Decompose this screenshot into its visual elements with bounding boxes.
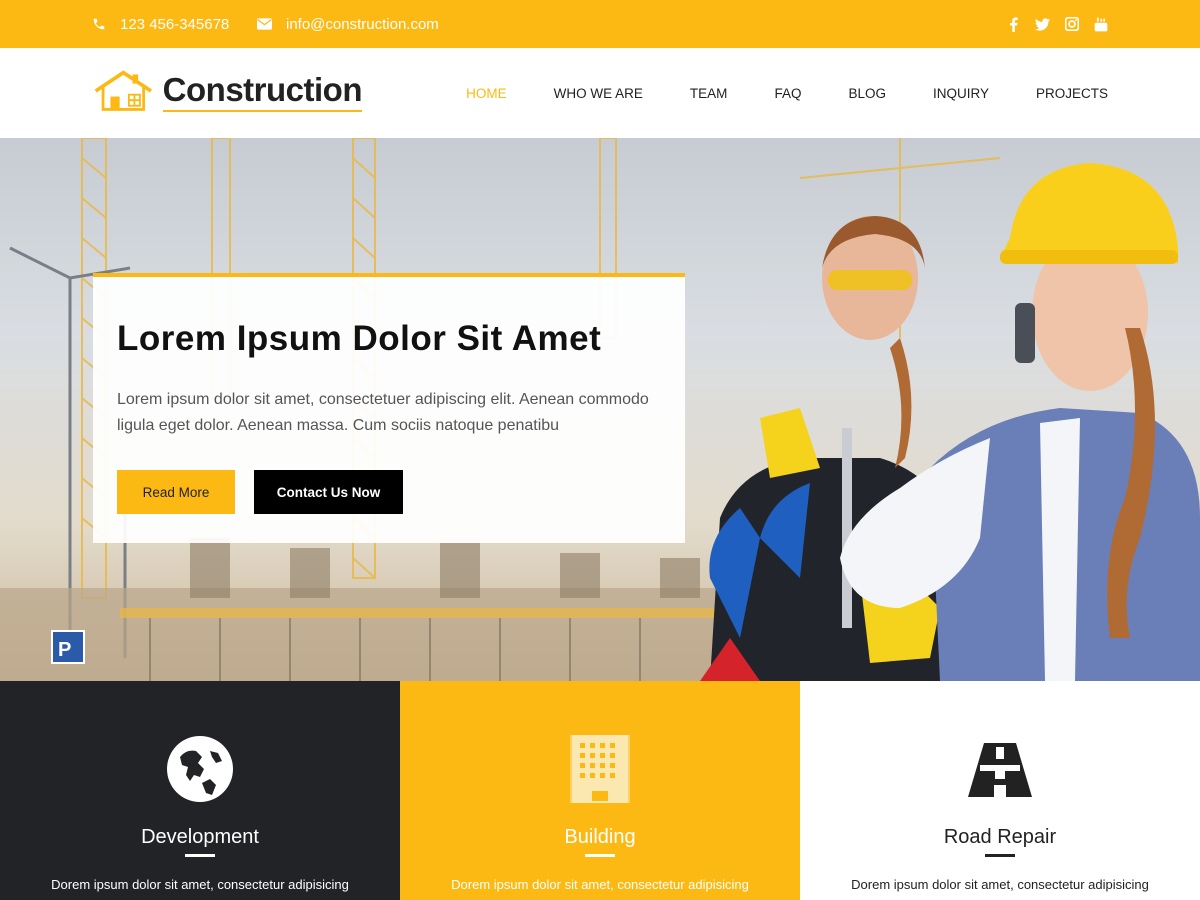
hero-title: Lorem Ipsum Dolor Sit Amet [117,319,602,358]
feature-building[interactable]: Building Dorem ipsum dolor sit amet, con… [400,681,800,900]
hero-card: Lorem Ipsum Dolor Sit Amet Lorem ipsum d… [93,273,685,543]
house-icon [94,70,153,111]
building-icon [570,735,630,803]
title-underline [185,854,215,857]
youtube-icon[interactable] [1093,17,1108,32]
contact-us-button[interactable]: Contact Us Now [254,470,403,514]
phone-contact[interactable]: 123 456-345678 [92,0,229,48]
title-underline [585,854,615,857]
envelope-icon [257,18,272,30]
instagram-icon[interactable] [1064,17,1079,32]
feature-text: Dorem ipsum dolor sit amet, consectetur … [851,877,1149,892]
site-logo[interactable]: Construction [92,66,363,116]
read-more-button[interactable]: Read More [117,470,235,514]
feature-road-repair[interactable]: Road Repair Dorem ipsum dolor sit amet, … [800,681,1200,900]
feature-title: Road Repair [943,826,1057,848]
top-bar: 123 456-345678 info@construction.com [0,0,1200,48]
globe-icon [167,736,233,802]
nav-item-faq[interactable]: FAQ [774,86,801,101]
svg-text:P: P [58,639,71,661]
feature-development[interactable]: Development Dorem ipsum dolor sit amet, … [0,681,400,900]
feature-title: Development [141,826,259,848]
facebook-icon[interactable] [1006,16,1021,32]
road-icon [968,743,1032,797]
twitter-icon[interactable] [1035,17,1050,32]
feature-text: Dorem ipsum dolor sit amet, consectetur … [51,877,349,892]
nav-item-inquiry[interactable]: INQUIRY [933,86,989,101]
social-links [1006,0,1108,48]
feature-title: Building [564,826,636,848]
features-section: Development Dorem ipsum dolor sit amet, … [0,681,1200,900]
site-header: Construction HOME WHO WE ARE TEAM FAQ BL… [0,48,1200,138]
logo-text: Construction [162,70,363,112]
nav-item-home[interactable]: HOME [466,86,507,101]
main-nav: HOME WHO WE ARE TEAM FAQ BLOG INQUIRY PR… [419,48,1108,138]
nav-item-team[interactable]: TEAM [690,86,728,101]
phone-icon [93,18,105,30]
email-contact[interactable]: info@construction.com [257,0,439,48]
nav-item-blog[interactable]: BLOG [848,86,886,101]
email-address: info@construction.com [286,15,439,33]
feature-text: Dorem ipsum dolor sit amet, consectetur … [451,877,749,892]
hero-banner: P Lorem Ipsum Dolor Sit Amet Lorem ipsum… [0,138,1200,681]
phone-number: 123 456-345678 [120,15,230,33]
nav-item-who-we-are[interactable]: WHO WE ARE [554,86,643,101]
title-underline [985,854,1015,857]
hero-text: Lorem ipsum dolor sit amet, consectetuer… [117,391,649,434]
nav-item-projects[interactable]: PROJECTS [1036,86,1108,101]
